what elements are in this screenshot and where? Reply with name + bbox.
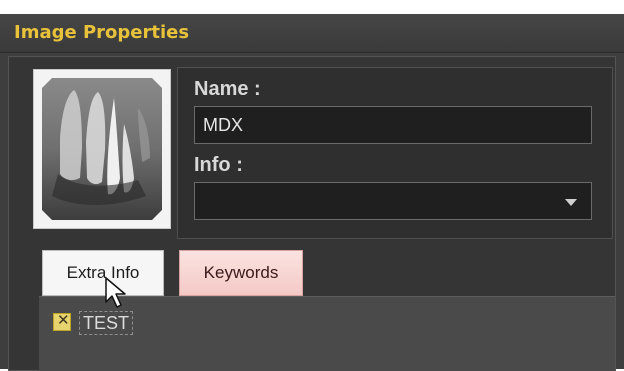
name-label: Name :: [194, 78, 261, 100]
info-label: Info :: [194, 154, 243, 176]
mouse-cursor-icon: [105, 277, 126, 308]
xray-image: [42, 78, 162, 220]
xray-thumbnail[interactable]: [33, 69, 171, 229]
window-title: Image Properties: [14, 22, 190, 43]
properties-panel: Name : MDX Info : Extra Info Keywords ✕ …: [8, 56, 616, 371]
keyword-label[interactable]: TEST: [79, 311, 134, 335]
image-properties-window: Image Properties Name: MDX Info: Extra…: [0, 0, 624, 371]
tab-keywords[interactable]: Keywords: [179, 250, 303, 296]
chevron-down-icon[interactable]: [565, 199, 577, 206]
name-field[interactable]: MDX: [194, 106, 592, 144]
info-dropdown[interactable]: [194, 182, 592, 220]
title-bar: Image Properties: [0, 14, 624, 53]
keyword-checkbox[interactable]: ✕: [53, 311, 71, 331]
tab-extra-info[interactable]: Extra Info: [42, 250, 164, 296]
name-info-group: Name : MDX Info :: [177, 67, 613, 239]
checkmark-icon: ✕: [57, 311, 70, 329]
